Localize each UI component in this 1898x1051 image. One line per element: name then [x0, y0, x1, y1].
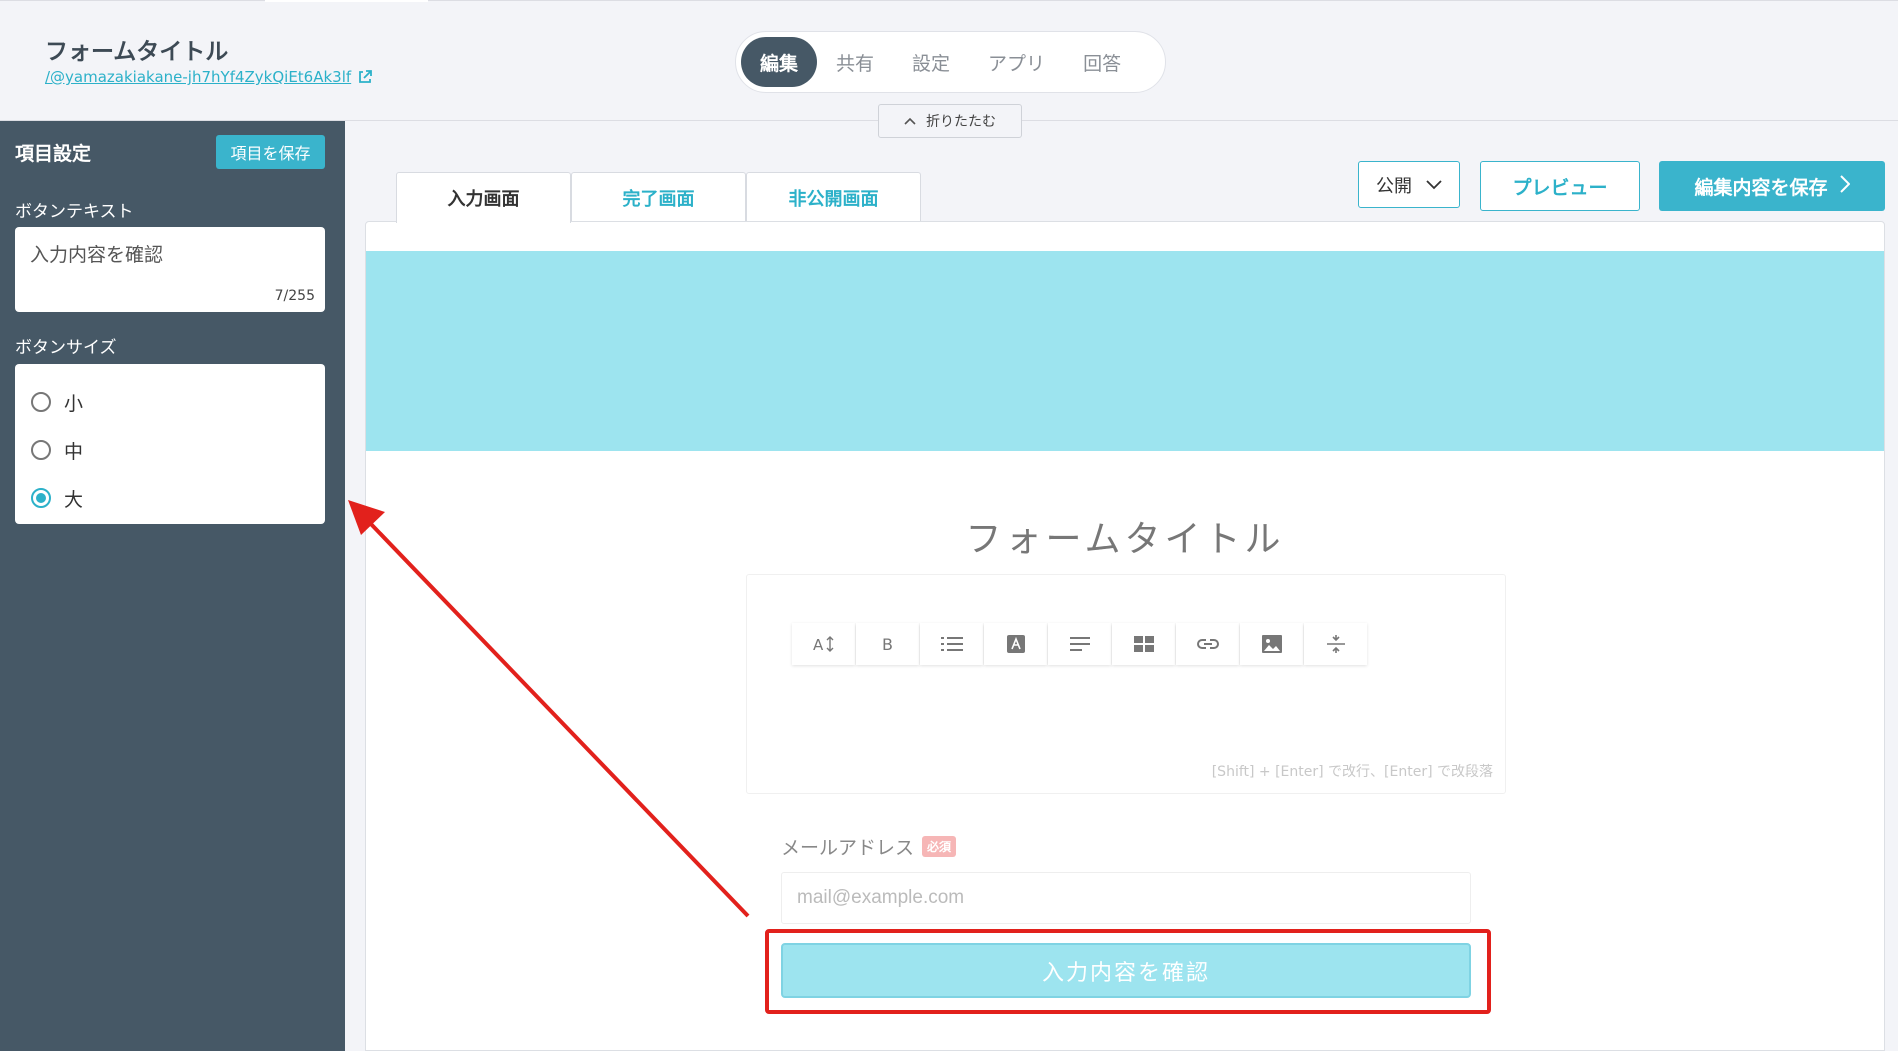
chevron-up-icon	[904, 113, 916, 129]
form-title: フォームタイトル	[45, 39, 229, 65]
save-edits-label: 編集内容を保存	[1694, 176, 1828, 199]
radio-large[interactable]	[31, 488, 51, 508]
svg-text:B: B	[882, 635, 893, 653]
header-topline	[265, 0, 428, 2]
bold-icon[interactable]: B	[856, 623, 919, 665]
item-settings-sidebar: 項目設定 項目を保存 ボタンテキスト 入力内容を確認 7/255 ボタンサイズ …	[0, 121, 345, 1051]
description-editor[interactable]: A B [Shift] + [Enter] で改行、[Enter] で改段落	[746, 574, 1506, 794]
divider-icon[interactable]	[1304, 623, 1367, 665]
collapse-button[interactable]: 折りたたむ	[878, 104, 1022, 138]
main-nav-tabs: 編集 共有 設定 アプリ 回答	[735, 31, 1166, 93]
size-option-medium-label: 中	[64, 440, 84, 463]
chevron-down-icon	[1426, 174, 1442, 195]
link-icon[interactable]	[1176, 623, 1239, 665]
button-size-label: ボタンサイズ	[15, 338, 117, 358]
radio-small[interactable]	[31, 392, 51, 412]
header-banner[interactable]	[366, 251, 1884, 451]
nav-tab-settings[interactable]: 設定	[893, 37, 969, 87]
email-field-label: メールアドレス 必須	[781, 833, 957, 860]
tab-complete-screen[interactable]: 完了画面	[571, 172, 746, 222]
form-heading[interactable]: フォームタイトル	[366, 510, 1884, 562]
size-option-medium[interactable]: 中	[15, 426, 325, 474]
save-edits-button[interactable]: 編集内容を保存	[1659, 161, 1885, 211]
form-preview-panel: フォームタイトル A B [Shift] + [Enter] で改行、[Ente…	[365, 221, 1885, 1051]
chevron-right-icon	[1839, 174, 1850, 198]
nav-tab-share[interactable]: 共有	[817, 37, 893, 87]
image-icon[interactable]	[1240, 623, 1303, 665]
editor-toolbar: A B	[792, 623, 1368, 665]
editor-hint: [Shift] + [Enter] で改行、[Enter] で改段落	[1211, 764, 1493, 780]
nav-tab-edit[interactable]: 編集	[741, 37, 818, 87]
size-option-small[interactable]: 小	[15, 378, 325, 426]
annotation-highlight-box	[765, 929, 1491, 1014]
nav-tab-apps[interactable]: アプリ	[969, 37, 1064, 87]
text-color-icon[interactable]	[984, 623, 1047, 665]
table-icon[interactable]	[1112, 623, 1175, 665]
size-option-small-label: 小	[64, 392, 84, 415]
button-text-value[interactable]: 入力内容を確認	[30, 240, 163, 267]
button-text-label: ボタンテキスト	[15, 202, 134, 222]
preview-button[interactable]: プレビュー	[1480, 161, 1640, 211]
email-input[interactable]: mail@example.com	[781, 872, 1471, 924]
svg-text:A: A	[813, 636, 824, 653]
app-header: フォームタイトル /@yamazakiakane-jh7hYf4ZykQiEt6…	[0, 0, 1898, 121]
size-option-large[interactable]: 大	[15, 474, 325, 522]
char-counter: 7/255	[274, 288, 315, 304]
required-badge: 必須	[922, 836, 957, 857]
list-icon[interactable]	[920, 623, 983, 665]
email-label-text: メールアドレス	[781, 837, 915, 859]
tab-input-screen[interactable]: 入力画面	[396, 172, 571, 223]
tab-private-screen[interactable]: 非公開画面	[746, 172, 921, 222]
radio-medium[interactable]	[31, 440, 51, 460]
align-icon[interactable]	[1048, 623, 1111, 665]
nav-tab-responses[interactable]: 回答	[1064, 37, 1140, 87]
publish-status-value: 公開	[1376, 175, 1412, 197]
external-link-icon[interactable]	[357, 69, 373, 85]
size-option-large-label: 大	[64, 488, 84, 511]
form-url-link[interactable]: /@yamazakiakane-jh7hYf4ZykQiEt6Ak3lf	[45, 68, 373, 86]
save-item-button[interactable]: 項目を保存	[216, 135, 325, 169]
button-size-radio-group: 小 中 大	[15, 364, 325, 524]
form-url-text[interactable]: /@yamazakiakane-jh7hYf4ZykQiEt6Ak3lf	[45, 68, 351, 86]
collapse-label: 折りたたむ	[926, 114, 996, 130]
publish-status-select[interactable]: 公開	[1358, 161, 1460, 208]
button-text-input[interactable]: 入力内容を確認 7/255	[15, 227, 325, 312]
font-size-icon[interactable]: A	[792, 623, 855, 665]
sidebar-title: 項目設定	[15, 143, 92, 165]
